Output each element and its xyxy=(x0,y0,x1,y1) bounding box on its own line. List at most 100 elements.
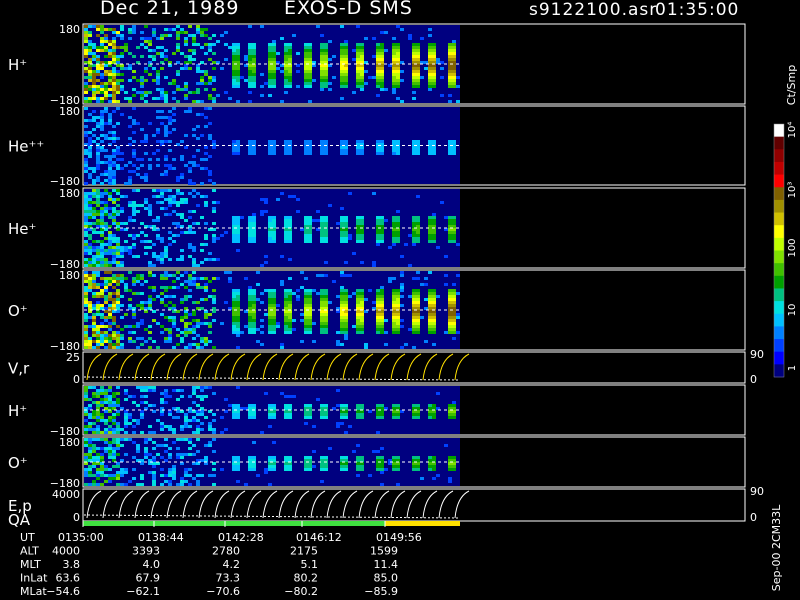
spectrogram-cell xyxy=(304,413,308,416)
spectrogram-cell xyxy=(100,343,104,346)
spectrogram-cell xyxy=(112,210,116,213)
spectrogram-cell xyxy=(452,52,456,55)
spectrogram-cell xyxy=(360,298,364,301)
spectrogram-cell xyxy=(88,146,92,149)
spectrogram-cell xyxy=(112,237,116,240)
spectrogram-cell xyxy=(92,292,96,295)
spectrogram-cell xyxy=(144,456,148,459)
spectrogram-cell xyxy=(108,119,112,122)
spectrogram-cell xyxy=(124,249,128,252)
spectrogram-cell xyxy=(284,313,288,316)
spectrogram-cell xyxy=(312,289,316,292)
spectrogram-cell xyxy=(196,301,200,304)
spectrogram-cell xyxy=(280,343,284,346)
spectrogram-cell xyxy=(156,37,160,40)
spectrogram-cell xyxy=(84,167,88,170)
spectrogram-cell xyxy=(136,91,140,94)
spectrogram-cell xyxy=(92,480,96,483)
spectrogram-cell xyxy=(140,483,144,486)
spectrogram-cell xyxy=(344,274,348,277)
spectrogram-cell xyxy=(116,46,120,49)
spectrogram-cell xyxy=(284,237,288,240)
spectrogram-cell xyxy=(100,316,104,319)
spectrogram-cell xyxy=(120,207,124,210)
spectrogram-cell xyxy=(356,325,360,328)
spectrogram-cell xyxy=(212,189,216,192)
spectrogram-cell xyxy=(392,231,396,234)
spectrogram-cell xyxy=(268,152,272,155)
spectrogram-cell xyxy=(96,249,100,252)
spectrogram-cell xyxy=(412,67,416,70)
spectrogram-cell xyxy=(284,289,288,292)
spectrogram-cell xyxy=(108,164,112,167)
spectrogram-cell xyxy=(116,152,120,155)
spectrogram-cell xyxy=(400,271,404,274)
spectrogram-cell xyxy=(448,46,452,49)
spectrogram-cell xyxy=(204,386,208,389)
spectrogram-cell xyxy=(100,295,104,298)
spectrogram-cell xyxy=(188,274,192,277)
spectrogram-cell xyxy=(452,316,456,319)
spectrogram-cell xyxy=(212,210,216,213)
spectrogram-cell xyxy=(332,55,336,58)
spectrogram-cell xyxy=(416,222,420,225)
spectrogram-cell xyxy=(356,49,360,52)
spectrogram-cell xyxy=(104,34,108,37)
spectrogram-cell xyxy=(392,73,396,76)
spectrogram-cell xyxy=(100,49,104,52)
spectrogram-cell xyxy=(100,85,104,88)
spectrogram-cell xyxy=(356,52,360,55)
spectrogram-cell xyxy=(132,131,136,134)
spectrogram-cell xyxy=(160,195,164,198)
spectrogram-cell xyxy=(152,31,156,34)
spectrogram-cell xyxy=(264,82,268,85)
spectrogram-cell xyxy=(432,316,436,319)
spectrogram-cell xyxy=(92,192,96,195)
spectrogram-cell xyxy=(288,295,292,298)
spectrogram-cell xyxy=(272,313,276,316)
spectrogram-cell xyxy=(116,204,120,207)
spectrogram-cell xyxy=(116,298,120,301)
spectrogram-cell xyxy=(264,198,268,201)
spectrogram-cell xyxy=(116,292,120,295)
spectrogram-cell xyxy=(168,110,172,113)
spectrogram-cell xyxy=(112,395,116,398)
spectrogram-cell xyxy=(100,337,104,340)
spectrogram-cell xyxy=(260,325,264,328)
spectrogram-cell xyxy=(448,85,452,88)
spectrogram-cell xyxy=(124,283,128,286)
spectrogram-cell xyxy=(84,161,88,164)
ephemeris-value: 3393 xyxy=(132,545,160,558)
spectrogram-cell xyxy=(172,240,176,243)
spectrogram-cell xyxy=(308,58,312,61)
spectrogram-cell xyxy=(344,216,348,219)
spectrogram-cell xyxy=(200,34,204,37)
spectrogram-cell xyxy=(92,271,96,274)
spectrogram-cell xyxy=(268,304,272,307)
spectrogram-cell xyxy=(152,274,156,277)
spectrogram-cell xyxy=(108,264,112,267)
spectrogram-cell xyxy=(400,286,404,289)
spectrogram-cell xyxy=(184,43,188,46)
spectrogram-cell xyxy=(152,340,156,343)
spectrogram-cell xyxy=(444,283,448,286)
spectrogram-cell xyxy=(392,58,396,61)
spectrogram-cell xyxy=(348,192,352,195)
spectrogram-cell xyxy=(288,82,292,85)
spectrogram-cell xyxy=(104,37,108,40)
spectrogram-cell xyxy=(288,73,292,76)
spectrogram-cell xyxy=(128,337,132,340)
spectrogram-cell xyxy=(120,280,124,283)
spectrogram-cell xyxy=(452,313,456,316)
spectrogram-cell xyxy=(344,222,348,225)
spectrogram-cell xyxy=(112,413,116,416)
ephemeris-row-label: InLat xyxy=(20,572,48,585)
spectrogram-cell xyxy=(172,28,176,31)
spectrogram-cell xyxy=(168,340,172,343)
spectrogram-cell xyxy=(180,301,184,304)
spectrogram-cell xyxy=(96,474,100,477)
spectrogram-cell xyxy=(200,395,204,398)
spectrogram-cell xyxy=(220,234,224,237)
spectrogram-cell xyxy=(104,258,108,261)
spectrogram-cell xyxy=(188,289,192,292)
